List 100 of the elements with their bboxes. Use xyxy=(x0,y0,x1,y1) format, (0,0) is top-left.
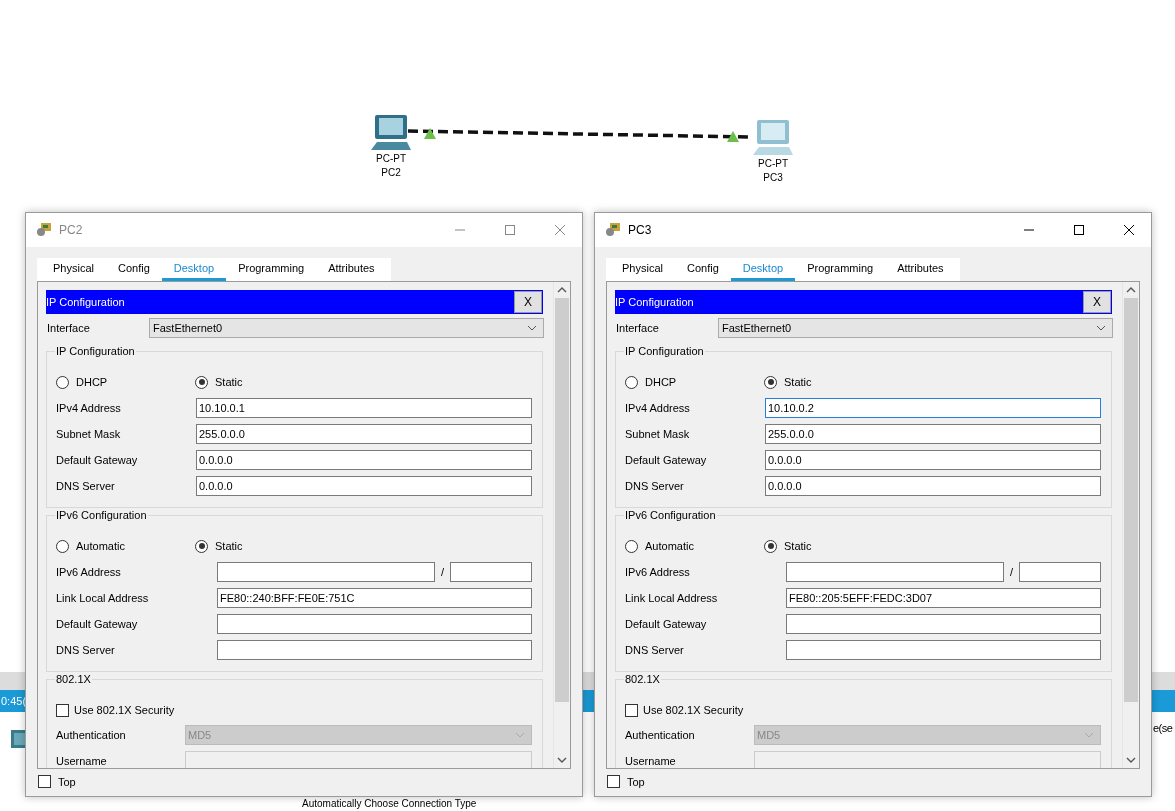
chevron-icon xyxy=(1096,325,1106,331)
interface-dropdown[interactable]: FastEthernet0 xyxy=(149,318,544,338)
tab[interactable]: Config xyxy=(105,258,162,281)
scroll-up-icon[interactable] xyxy=(557,287,567,293)
device-model-label: PC-PT xyxy=(758,157,788,171)
time-text: 0:45( xyxy=(0,695,27,707)
prefix-field[interactable] xyxy=(450,562,532,582)
input-field[interactable] xyxy=(754,751,1101,768)
device-name-label: PC3 xyxy=(763,171,783,185)
field-label: DNS Server xyxy=(625,480,685,492)
input-field[interactable]: 255.0.0.0 xyxy=(765,424,1101,444)
computer-icon[interactable] xyxy=(369,114,413,152)
field-label: Authentication xyxy=(56,729,127,741)
input-field[interactable]: 10.10.0.1 xyxy=(196,398,532,418)
checkbox[interactable]: Use 802.1X Security xyxy=(56,699,532,721)
field-label: Link Local Address xyxy=(56,592,150,604)
interface-dropdown[interactable]: FastEthernet0 xyxy=(718,318,1113,338)
field-label: Subnet Mask xyxy=(56,428,122,440)
group-title: 802.1X xyxy=(624,673,661,685)
input-field[interactable] xyxy=(217,640,532,660)
input-field[interactable] xyxy=(185,751,532,768)
input-field[interactable]: 0.0.0.0 xyxy=(196,450,532,470)
input-field[interactable] xyxy=(786,640,1101,660)
field-label: Interface xyxy=(47,322,91,334)
checkbox[interactable]: Top xyxy=(38,775,571,788)
input-field[interactable]: 10.10.0.2 xyxy=(765,398,1101,418)
scroll-down-icon[interactable] xyxy=(557,757,567,763)
separator-text: / xyxy=(1008,566,1015,578)
group-title: IP Configuration xyxy=(55,345,136,357)
device-name-label: PC2 xyxy=(381,166,401,180)
radio-button[interactable]: DHCP xyxy=(625,375,764,389)
scroll-up-icon[interactable] xyxy=(1126,287,1136,293)
input-field[interactable]: 0.0.0.0 xyxy=(765,476,1101,496)
window-title: PC2 xyxy=(59,223,83,237)
label-text: e(se xyxy=(1153,722,1173,734)
input-field[interactable]: 0.0.0.0 xyxy=(196,476,532,496)
tab[interactable]: Physical xyxy=(41,258,106,281)
group-title: IPv6 Configuration xyxy=(624,509,717,521)
scrollbar[interactable] xyxy=(1122,282,1139,768)
maximize-icon[interactable] xyxy=(1073,224,1085,236)
input-field[interactable]: FE80::205:5EFF:FEDC:3D07 xyxy=(786,588,1101,608)
input-field[interactable]: FE80::240:BFF:FE0E:751C xyxy=(217,588,532,608)
field-label: IPv6 Address xyxy=(625,566,691,578)
radio-button[interactable]: Automatic xyxy=(625,539,764,553)
checkbox[interactable]: Use 802.1X Security xyxy=(625,699,1101,721)
field-label: Subnet Mask xyxy=(625,428,691,440)
field-label: Default Gateway xyxy=(56,618,139,630)
field-label: Default Gateway xyxy=(56,454,139,466)
input-field[interactable] xyxy=(786,562,1004,582)
field-label: IPv6 Address xyxy=(56,566,122,578)
window-title: PC3 xyxy=(628,223,652,237)
tab[interactable]: Programming xyxy=(795,258,886,281)
tab[interactable]: Attributes xyxy=(316,258,387,281)
chevron-icon xyxy=(1084,732,1094,738)
prefix-field[interactable] xyxy=(1019,562,1101,582)
radio-button[interactable]: Static xyxy=(764,539,903,553)
input-field[interactable] xyxy=(786,614,1101,634)
app-icon xyxy=(604,222,622,238)
input-field[interactable]: 0.0.0.0 xyxy=(765,450,1101,470)
scroll-down-icon[interactable] xyxy=(1126,757,1136,763)
field-label: Default Gateway xyxy=(625,454,708,466)
field-label: Interface xyxy=(616,322,660,334)
close-button[interactable]: X xyxy=(514,291,542,313)
input-field[interactable]: 255.0.0.0 xyxy=(196,424,532,444)
chevron-icon xyxy=(527,325,537,331)
radio-button[interactable]: DHCP xyxy=(56,375,195,389)
panel-title: IP Configuration xyxy=(46,296,125,308)
field-label: DNS Server xyxy=(56,644,116,656)
input-field[interactable] xyxy=(217,562,435,582)
tab[interactable]: Programming xyxy=(226,258,317,281)
radio-button[interactable]: Static xyxy=(764,375,903,389)
radio-button[interactable]: Static xyxy=(195,539,334,553)
tab[interactable]: Attributes xyxy=(885,258,956,281)
chevron-icon xyxy=(515,732,525,738)
app-icon xyxy=(35,222,53,238)
field-label: Username xyxy=(625,755,677,767)
field-label: Authentication xyxy=(625,729,696,741)
panel-title: IP Configuration xyxy=(615,296,694,308)
field-label: Username xyxy=(56,755,108,767)
radio-button[interactable]: Static xyxy=(195,375,334,389)
tab[interactable]: Physical xyxy=(610,258,675,281)
checkbox[interactable]: Top xyxy=(607,775,1140,788)
group-title: IP Configuration xyxy=(624,345,705,357)
close-icon[interactable] xyxy=(1123,224,1135,236)
field-label: Default Gateway xyxy=(625,618,708,630)
scrollbar[interactable] xyxy=(553,282,570,768)
close-button[interactable]: X xyxy=(1083,291,1111,313)
field-label: IPv4 Address xyxy=(56,402,122,414)
field-label: DNS Server xyxy=(625,644,685,656)
field-label: Link Local Address xyxy=(625,592,719,604)
separator-text: / xyxy=(439,566,446,578)
device-model-label: PC-PT xyxy=(376,152,406,166)
field-label: IPv4 Address xyxy=(625,402,691,414)
connection-type-text: Automatically Choose Connection Type xyxy=(302,798,477,810)
field-label: DNS Server xyxy=(56,480,116,492)
group-title: IPv6 Configuration xyxy=(55,509,148,521)
group-title: 802.1X xyxy=(55,673,92,685)
tab[interactable]: Config xyxy=(674,258,731,281)
radio-button[interactable]: Automatic xyxy=(56,539,195,553)
input-field[interactable] xyxy=(217,614,532,634)
